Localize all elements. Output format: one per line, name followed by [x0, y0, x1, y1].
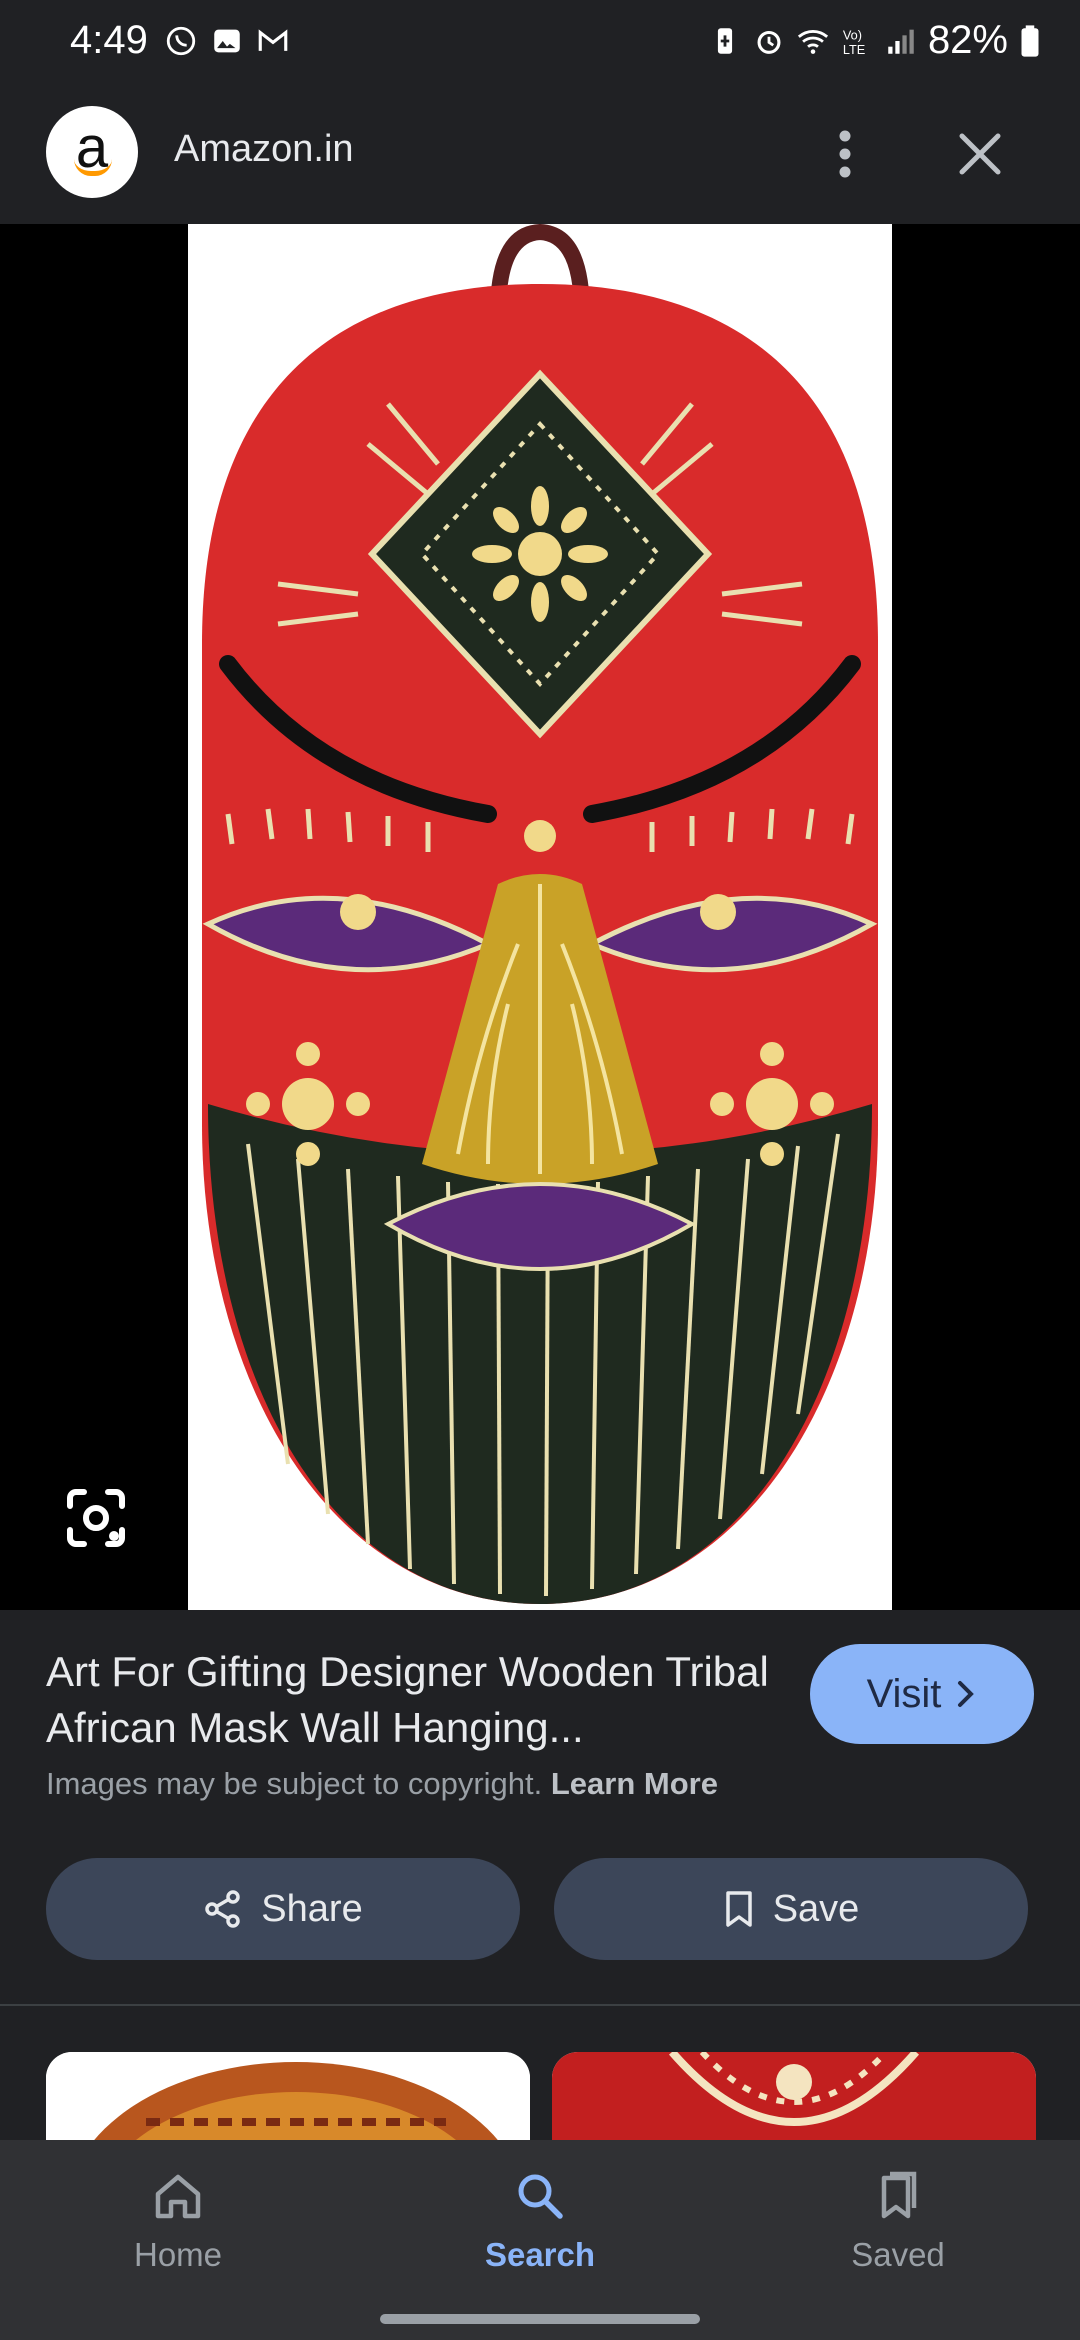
image-info-panel: Art For Gifting Designer Wooden Tribal A… — [0, 1610, 1080, 2000]
whatsapp-icon — [166, 26, 196, 56]
wifi-icon — [797, 29, 829, 54]
visit-button[interactable]: Visit — [810, 1644, 1034, 1744]
visit-label: Visit — [866, 1671, 942, 1716]
system-status: Vo) LTE 82% — [708, 18, 1042, 63]
volte-icon: Vo)LTE — [843, 27, 865, 56]
alarm-icon — [757, 30, 781, 54]
save-button[interactable]: Save — [554, 1858, 1028, 1960]
saved-icon — [881, 2171, 917, 2219]
gallery-icon — [214, 29, 240, 53]
product-title[interactable]: Art For Gifting Designer Wooden Tribal A… — [46, 1644, 786, 1756]
lens-icon — [67, 1489, 125, 1547]
learn-more-link[interactable]: Learn More — [551, 1766, 718, 1801]
nav-item-saved[interactable]: Saved — [798, 2168, 998, 2274]
nav-label-saved: Saved — [851, 2236, 945, 2273]
chevron-right-icon — [958, 1681, 975, 1707]
share-label: Share — [261, 1887, 363, 1930]
nav-label-search: Search — [484, 2236, 596, 2273]
search-icon — [518, 2174, 563, 2219]
site-header: a Amazon.in — [0, 84, 1080, 224]
status-bar: 4:49 Vo) LTE 82% — [0, 0, 1080, 84]
gmail-icon — [258, 29, 288, 51]
copyright-notice: Images may be subject to copyright. Lear… — [46, 1766, 718, 1802]
battery-icon — [1021, 24, 1039, 57]
share-button[interactable]: Share — [46, 1858, 520, 1960]
tribal-mask-illustration — [202, 223, 878, 1604]
nav-item-home[interactable]: Home — [78, 2168, 278, 2274]
battery-saver-icon — [717, 27, 733, 54]
amazon-logo: a — [46, 106, 138, 198]
product-image[interactable] — [188, 223, 892, 1610]
nav-item-search[interactable]: Search — [440, 2168, 640, 2274]
share-icon — [205, 1890, 241, 1928]
site-title: Amazon.in — [174, 128, 354, 170]
close-icon — [959, 133, 1001, 175]
image-viewer — [0, 223, 1080, 1610]
bookmark-icon — [725, 1891, 752, 1927]
google-lens-button[interactable] — [62, 1484, 130, 1552]
bottom-navigation: Home Search Saved — [0, 2140, 1080, 2340]
gesture-handle[interactable] — [380, 2314, 700, 2324]
more-vert-icon — [839, 130, 851, 178]
status-time: 4:49 — [70, 18, 148, 62]
more-options-button[interactable] — [820, 124, 870, 184]
battery-percent: 82% — [927, 18, 1008, 62]
close-button[interactable] — [950, 124, 1010, 184]
nav-label-home: Home — [133, 2236, 223, 2273]
signal-icon — [888, 29, 914, 54]
svg-text:LTE: LTE — [843, 41, 865, 56]
svg-text:Vo): Vo) — [843, 27, 862, 42]
section-divider — [0, 2004, 1080, 2006]
home-icon — [155, 2174, 201, 2219]
save-label: Save — [772, 1887, 860, 1930]
notification-icons — [164, 24, 290, 58]
copyright-text: Images may be subject to copyright. — [46, 1766, 543, 1801]
